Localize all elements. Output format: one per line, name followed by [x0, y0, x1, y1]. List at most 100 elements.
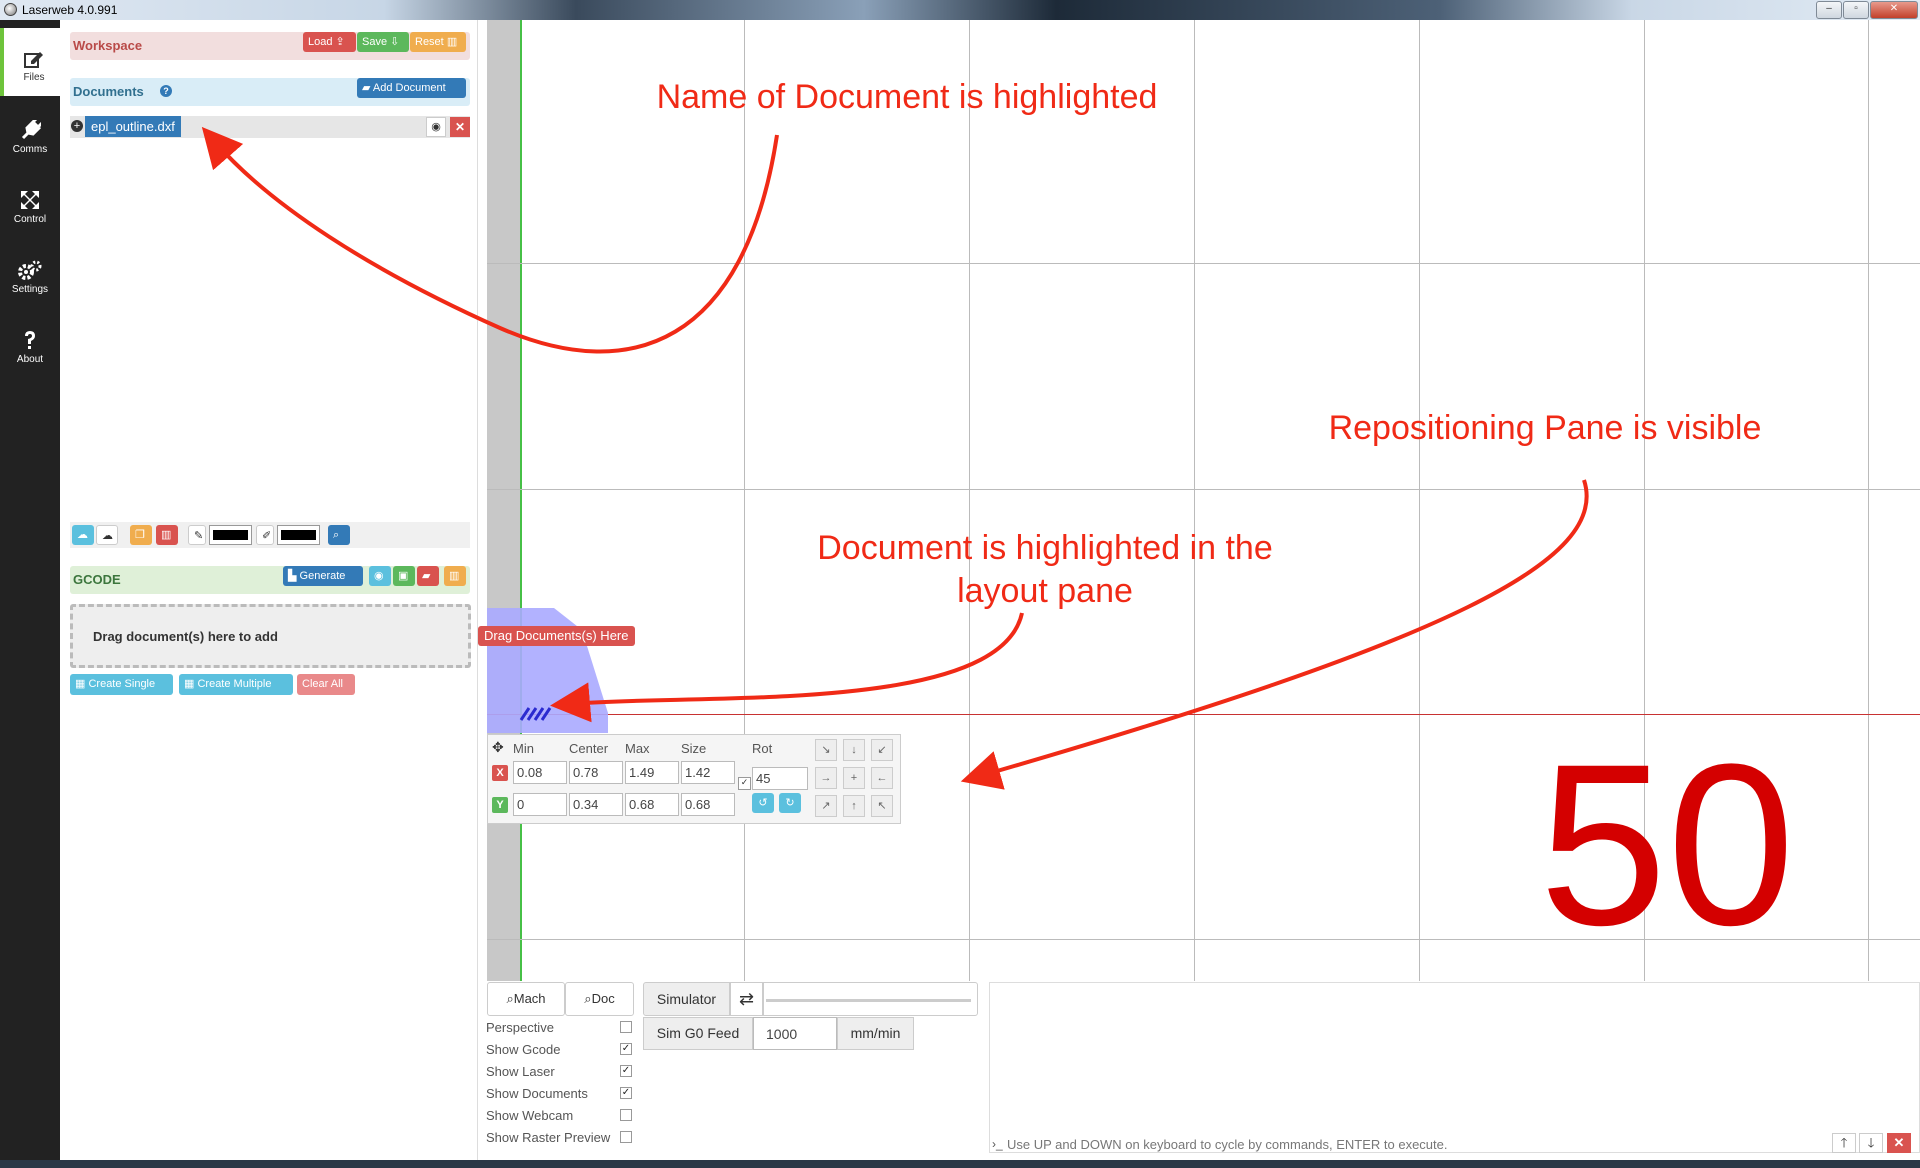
align-bottom-button[interactable]: ↓ — [843, 739, 865, 761]
close-window-button[interactable]: ✕ — [1870, 1, 1918, 19]
align-bottom-left-button[interactable]: ↙ — [871, 739, 893, 761]
option-perspective-checkbox[interactable] — [620, 1021, 632, 1033]
brush-icon[interactable]: ✐ — [256, 525, 274, 545]
sim-feed-label: Sim G0 Feed — [643, 1017, 753, 1050]
clear-console-button[interactable]: ✕ — [1887, 1133, 1911, 1153]
stroke-color-swatch[interactable] — [209, 525, 252, 545]
drag-documents-tag: Drag Documents(s) Here — [478, 626, 635, 646]
exchange-icon[interactable]: ⇄ — [730, 982, 763, 1016]
zoom-icon[interactable]: ⌕ — [328, 525, 350, 545]
history-down-button[interactable]: 🡓 — [1859, 1133, 1883, 1153]
view-machine-button[interactable]: ⌕Mach — [487, 982, 565, 1016]
workspace-title: Workspace — [73, 38, 143, 53]
align-top-button[interactable]: ↑ — [843, 795, 865, 817]
option-documents-checkbox[interactable]: ✓ — [620, 1087, 632, 1099]
deselect-icon[interactable]: ☁ — [96, 525, 118, 545]
plug-icon — [21, 120, 41, 140]
copy-icon[interactable]: ❐ — [130, 525, 152, 545]
gcode-drop-zone[interactable]: Drag document(s) here to add — [70, 604, 471, 668]
y-size-input[interactable] — [681, 793, 735, 816]
x-min-input[interactable] — [513, 761, 567, 784]
nav-settings[interactable]: Settings — [0, 238, 60, 306]
clear-all-button[interactable]: Clear All — [297, 674, 355, 695]
document-row[interactable]: + epl_outline.dxf ◉ ✕ — [70, 116, 470, 138]
y-center-input[interactable] — [569, 793, 623, 816]
expand-icon[interactable]: + — [71, 120, 83, 132]
align-top-left-button[interactable]: ↖ — [871, 795, 893, 817]
align-right-button[interactable]: → — [815, 767, 837, 789]
view-document-label: Doc — [591, 991, 615, 1006]
rotate-ccw-button[interactable]: ↺ — [752, 793, 774, 813]
app-logo-icon — [4, 3, 17, 16]
document-name[interactable]: epl_outline.dxf — [85, 116, 181, 137]
create-multiple-button[interactable]: ▦ Create Multiple — [179, 674, 293, 695]
trash-icon: ▥ — [446, 36, 458, 48]
view-document-button[interactable]: ⌕Doc — [565, 982, 634, 1016]
layout-viewport[interactable]: 50 Name of Document is highlighted Repos… — [487, 20, 1920, 981]
align-left-button[interactable]: ← — [871, 767, 893, 789]
y-max-input[interactable] — [625, 793, 679, 816]
maximize-button[interactable]: ▫ — [1843, 1, 1869, 19]
gcode-bar: GCODE ▙ Generate ◉ ▣ ▰ ▥ — [70, 566, 470, 594]
create-single-button[interactable]: ▦ Create Single — [70, 674, 173, 695]
grid-line — [487, 489, 1920, 490]
lock-ratio-checkbox[interactable]: ✓ — [738, 777, 751, 790]
option-documents-label: Show Documents — [486, 1086, 588, 1101]
select-all-icon[interactable]: ☁ — [72, 525, 94, 545]
reset-workspace-button[interactable]: Reset ▥ — [410, 32, 466, 52]
nav-files[interactable]: Files — [0, 28, 64, 96]
sim-feed-input[interactable] — [753, 1017, 837, 1050]
nav-settings-label: Settings — [11, 284, 49, 295]
minimize-button[interactable]: – — [1816, 1, 1842, 19]
load-gcode-icon[interactable]: ▰ — [417, 566, 439, 586]
history-up-button[interactable]: 🡑 — [1832, 1133, 1856, 1153]
y-axis-line — [520, 20, 522, 981]
save-workspace-button[interactable]: Save ⇩ — [357, 32, 409, 52]
save-gcode-icon[interactable]: ▣ — [393, 566, 415, 586]
option-gcode-checkbox[interactable]: ✓ — [620, 1043, 632, 1055]
pencil-icon[interactable]: ✎ — [188, 525, 206, 545]
load-workspace-button[interactable]: Load ⇪ — [303, 32, 356, 52]
col-max: Max — [625, 741, 650, 756]
remove-document-button[interactable]: ✕ — [450, 117, 470, 137]
create-single-label: Create Single — [88, 678, 156, 690]
nav-files-label: Files — [23, 72, 45, 83]
option-webcam-label: Show Webcam — [486, 1108, 574, 1123]
option-laser-checkbox[interactable]: ✓ — [620, 1065, 632, 1077]
nav-about[interactable]: About — [0, 308, 60, 376]
folder-open-icon: ▰ — [362, 82, 371, 94]
view-gcode-icon[interactable]: ◉ — [369, 566, 391, 586]
option-webcam-checkbox[interactable] — [620, 1109, 632, 1121]
y-min-input[interactable] — [513, 793, 567, 816]
nav-about-label: About — [16, 354, 44, 365]
generate-button[interactable]: ▙ Generate — [283, 566, 363, 586]
align-top-right-button[interactable]: ↗ — [815, 795, 837, 817]
rotation-input[interactable] — [752, 767, 808, 790]
align-center-button[interactable]: + — [843, 767, 865, 789]
nav-comms[interactable]: Comms — [0, 98, 60, 166]
rotate-cw-button[interactable]: ↻ — [779, 793, 801, 813]
col-center: Center — [569, 741, 609, 756]
fill-color-swatch[interactable] — [277, 525, 320, 545]
side-nav: Files Comms Control Settings About — [0, 20, 64, 1162]
nav-control-label: Control — [13, 214, 47, 225]
chart-icon: ▙ — [288, 570, 297, 582]
documents-title: Documents — [73, 84, 144, 99]
eye-icon[interactable]: ◉ — [426, 117, 446, 137]
x-max-input[interactable] — [625, 761, 679, 784]
move-icon[interactable]: ✥ — [492, 739, 504, 756]
help-icon[interactable]: ? — [160, 85, 172, 97]
delete-icon[interactable]: ▥ — [156, 525, 178, 545]
save-label: Save — [362, 36, 388, 48]
arrows-icon — [21, 191, 39, 209]
clear-gcode-icon[interactable]: ▥ — [444, 566, 466, 586]
os-taskbar — [0, 1160, 1920, 1168]
align-bottom-right-button[interactable]: ↘ — [815, 739, 837, 761]
x-size-input[interactable] — [681, 761, 735, 784]
option-raster-checkbox[interactable] — [620, 1131, 632, 1143]
nav-control[interactable]: Control — [0, 168, 60, 236]
annotation-layout-line2: layout pane — [957, 572, 1133, 610]
simulator-slider[interactable] — [763, 982, 978, 1016]
x-center-input[interactable] — [569, 761, 623, 784]
add-document-button[interactable]: ▰ Add Document — [357, 78, 466, 98]
